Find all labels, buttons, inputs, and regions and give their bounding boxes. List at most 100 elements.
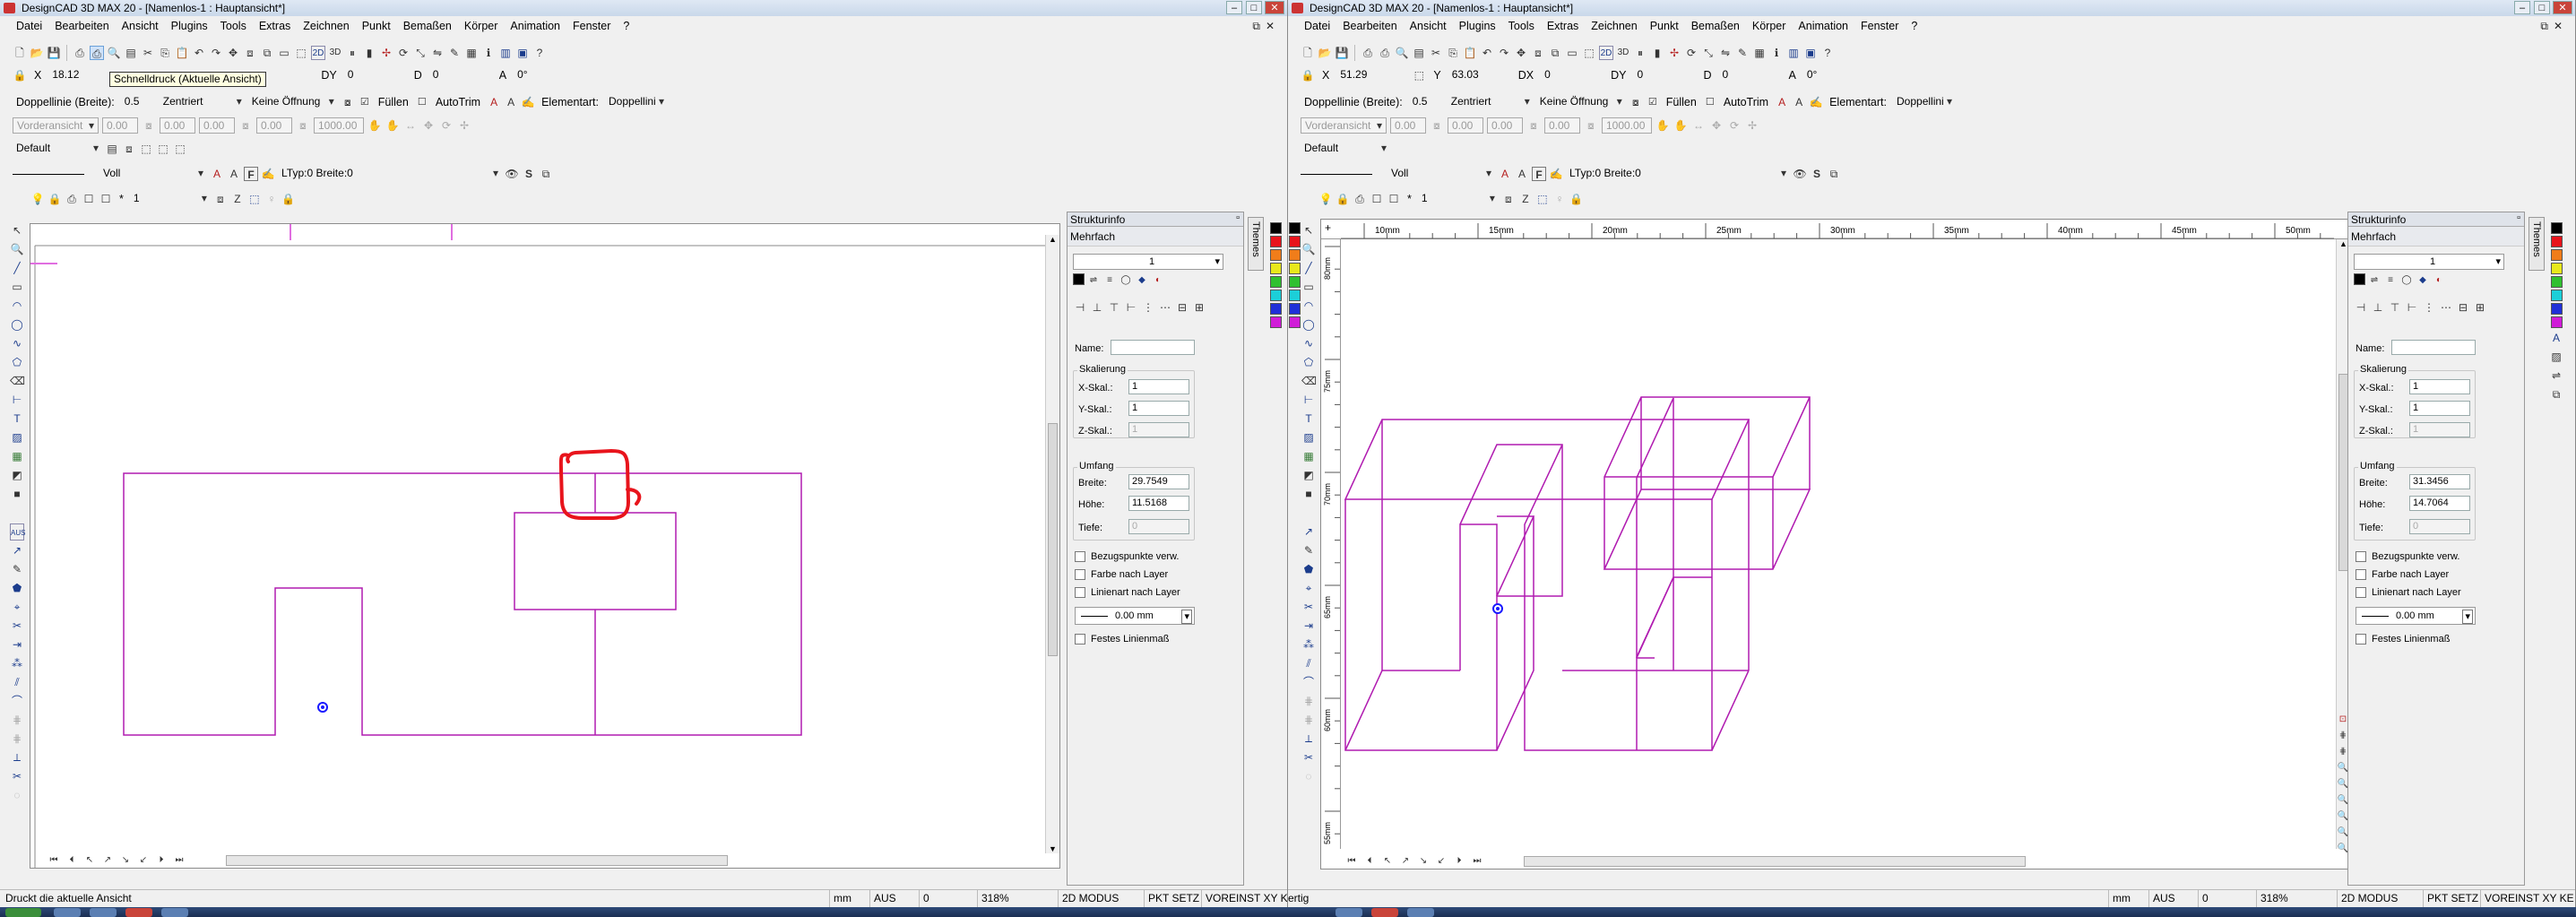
menu-bemassen[interactable]: Bemaßen (1691, 20, 1740, 32)
d-coordinate[interactable]: 0 (429, 67, 492, 83)
save-icon[interactable]: 💾 (1335, 46, 1349, 60)
palette-cyan[interactable] (1269, 290, 1282, 301)
panel-dock-icon[interactable]: ▣ (1803, 46, 1818, 60)
text-tool-icon[interactable]: T (1301, 411, 1316, 428)
dimension-icon[interactable]: ⊢ (10, 392, 24, 409)
panel-dock-icon[interactable]: ▣ (515, 46, 530, 60)
bar-icon[interactable]: ▮ (362, 46, 376, 60)
new-file-icon[interactable]: 🗋 (13, 46, 27, 60)
offset-icon[interactable]: ⫽ (10, 674, 24, 691)
nav-icon-4[interactable]: ↗ (1398, 854, 1413, 869)
menu-zeichnen[interactable]: Zeichnen (1591, 20, 1637, 32)
redo-icon[interactable]: ↷ (209, 46, 223, 60)
font-a-icon[interactable]: A (1498, 167, 1512, 181)
pointer-icon[interactable]: ↗ (1301, 523, 1316, 541)
new-file-icon[interactable]: 🗋 (1301, 46, 1315, 60)
polygon-tool-icon[interactable]: ⬠ (10, 354, 24, 371)
opening-select[interactable]: Keine Öffnung (1536, 94, 1626, 110)
menu-bemassen[interactable]: Bemaßen (403, 20, 452, 32)
view-icon-1[interactable]: ⧇ (142, 118, 156, 133)
right-horizontal-scrollbar[interactable] (1524, 856, 2026, 867)
trim-icon[interactable]: ✂ (1301, 599, 1316, 616)
alignment-select[interactable]: Zentriert (160, 94, 246, 110)
bulb-icon[interactable]: 💡 (30, 192, 45, 206)
taskbar-app-3[interactable] (125, 908, 152, 917)
pause-icon[interactable]: ⏸ (1633, 46, 1647, 60)
view-field-2[interactable]: 0.00 (160, 117, 195, 134)
color-by-layer-checkbox[interactable] (2356, 569, 2366, 580)
dimension-icon[interactable]: ⊢ (1301, 392, 1316, 409)
curve-tool-icon[interactable]: ∿ (1301, 335, 1316, 352)
view-icon-5[interactable]: ✋ (1673, 118, 1688, 133)
line-width-select[interactable]: 0.00 mm ▾ (2356, 607, 2476, 625)
element-type-icon[interactable]: ✍ (1809, 95, 1823, 109)
menu-ansicht[interactable]: Ansicht (122, 20, 159, 32)
menu-bearbeiten[interactable]: Bearbeiten (55, 20, 108, 32)
scissors-icon[interactable]: ✂ (10, 768, 24, 785)
font-f-icon[interactable]: F (244, 167, 258, 181)
fillet-icon[interactable]: ⌒ (1301, 674, 1316, 691)
paste-icon[interactable]: 📋 (1463, 46, 1477, 60)
linetype-by-layer-checkbox[interactable] (1075, 587, 1085, 598)
copy-icon[interactable]: ⎘ (1446, 46, 1460, 60)
close-icon[interactable]: ✕ (1265, 1, 1284, 14)
depth-input[interactable]: 0 (2409, 519, 2470, 534)
pencil-icon[interactable]: ✎ (1301, 542, 1316, 559)
nav-icon-3[interactable]: ↖ (1380, 854, 1395, 869)
view-icon-4[interactable]: ✋ (1655, 118, 1670, 133)
copy-view-icon[interactable]: ▤ (124, 46, 138, 60)
align-top-icon[interactable]: ⊤ (2388, 300, 2402, 315)
bar-icon[interactable]: ▮ (1650, 46, 1664, 60)
text-style-icon[interactable]: A (2549, 330, 2563, 347)
symbol-s-icon[interactable]: S (1810, 167, 1824, 181)
mdi-restore-icon[interactable]: ⧉ (1252, 20, 1260, 33)
pattern-icon[interactable]: ▦ (1301, 448, 1316, 465)
circle-tool-icon[interactable]: ◯ (1301, 316, 1316, 333)
status-pkt[interactable]: PKT SETZ (2423, 890, 2478, 907)
layer-tool-3-icon[interactable]: ⬚ (247, 192, 262, 206)
arc-tool-icon[interactable]: ◠ (10, 298, 24, 315)
mode-3d-button[interactable]: 3D (328, 46, 342, 60)
mdi-restore-icon[interactable]: ⧉ (2540, 20, 2548, 33)
palette-cyan[interactable] (2550, 290, 2563, 301)
minimize-icon[interactable]: ‒ (2514, 1, 2530, 14)
align-top-icon[interactable]: ⊤ (1107, 300, 1121, 315)
layer-print-icon[interactable]: ⎙ (65, 192, 79, 206)
bulb-icon[interactable]: 💡 (1318, 192, 1333, 206)
move-icon[interactable]: ✥ (1514, 46, 1528, 60)
font-size-icon[interactable]: A (227, 167, 241, 181)
text-a-icon[interactable]: A (487, 95, 501, 109)
ungroup-icon[interactable]: ⧉ (260, 46, 274, 60)
a-coordinate[interactable]: 0° (514, 67, 576, 83)
x-scale-input[interactable]: 1 (2409, 379, 2470, 394)
layer-manager-icon[interactable]: ⧉ (1827, 167, 1841, 181)
taskbar-app-6[interactable] (1371, 908, 1398, 917)
mirror-icon[interactable]: ⇋ (430, 46, 445, 60)
linetype-icon[interactable]: ⇌ (2367, 273, 2382, 288)
depth-input[interactable]: 0 (1128, 519, 1189, 534)
circle-tool-icon[interactable]: ◯ (10, 316, 24, 333)
pen-icon[interactable]: ✍ (261, 167, 275, 181)
font-a-icon[interactable]: A (210, 167, 224, 181)
curve-tool-icon[interactable]: ∿ (10, 335, 24, 352)
eye-icon[interactable]: 👁 (505, 167, 519, 181)
nav-icon-3[interactable]: ↖ (82, 853, 97, 868)
menu-zeichnen[interactable]: Zeichnen (303, 20, 349, 32)
measure-icon[interactable]: ⟂ (1301, 731, 1316, 748)
shape-icon[interactable]: ⬟ (10, 580, 24, 597)
width-input[interactable]: 31.3456 (2409, 474, 2470, 489)
z-scale-input[interactable]: 1 (1128, 422, 1189, 437)
left-drawing-canvas[interactable]: ▲ ▼ ⏮ ⏴ ↖ ↗ ↘ ↙ ⏵ ⏭ (30, 223, 1060, 870)
view-field-4[interactable]: 0.00 (256, 117, 292, 134)
black-swatch-icon[interactable]: ■ (10, 486, 24, 503)
paste-icon[interactable]: 📋 (175, 46, 189, 60)
dy-coordinate[interactable]: 0 (344, 67, 407, 83)
left-themes-tab[interactable]: Themes (1248, 217, 1264, 271)
nav-first-icon[interactable]: ⏮ (47, 853, 61, 868)
line-tool-icon[interactable]: ╱ (10, 260, 24, 277)
shade-icon[interactable]: ▦ (464, 46, 479, 60)
status-mode[interactable]: 2D MODUS (2337, 890, 2426, 907)
double-line-width-field[interactable]: 0.5 (121, 94, 157, 110)
layer-box-icon[interactable]: ☐ (82, 192, 96, 206)
upper-box[interactable] (1603, 396, 1811, 570)
